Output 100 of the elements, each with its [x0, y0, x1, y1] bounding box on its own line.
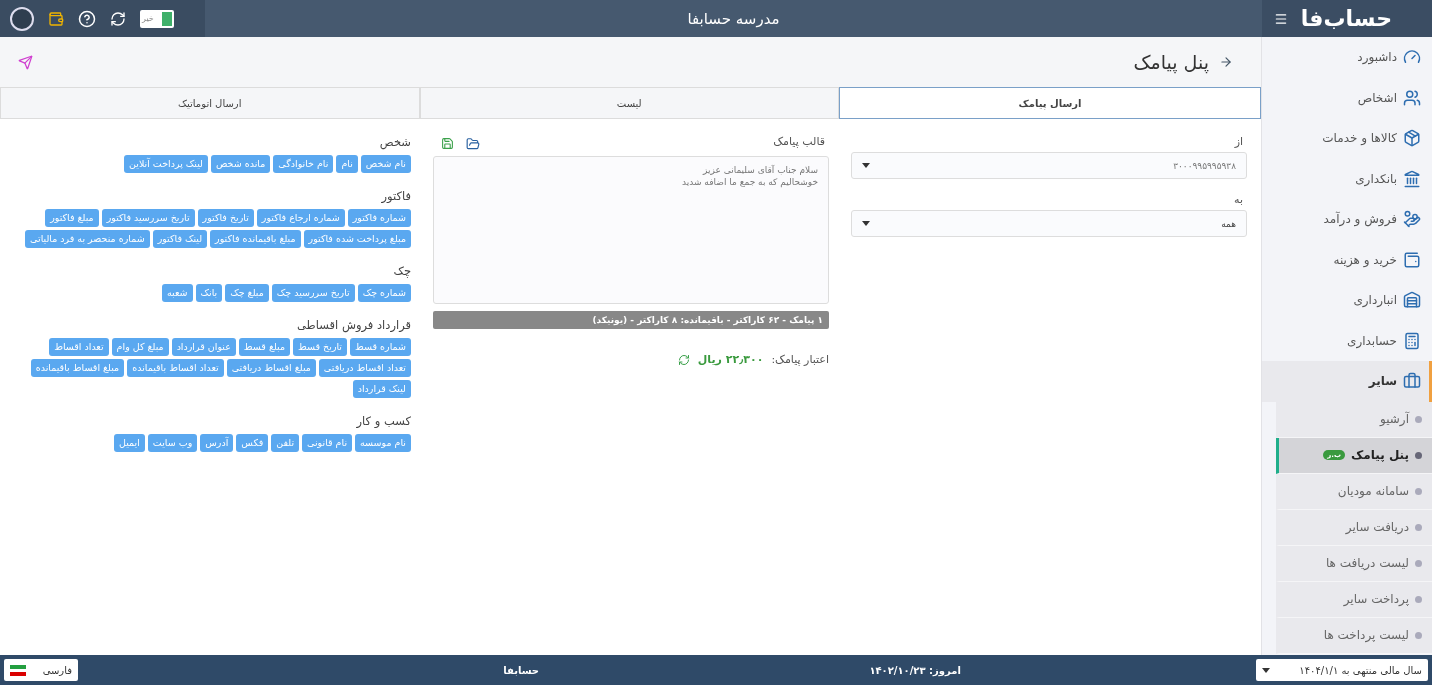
subitem-label: لیست پرداخت ها: [1323, 628, 1409, 642]
sidebar-item[interactable]: بانکداری: [1262, 158, 1432, 199]
placeholder-tag[interactable]: مبلغ قسط: [238, 338, 291, 356]
sidebar-item[interactable]: فروش و درآمد: [1262, 199, 1432, 240]
tab[interactable]: لیست: [419, 87, 839, 119]
sidebar-subitem[interactable]: سامانه مودیان: [1276, 473, 1432, 510]
placeholder-tag[interactable]: نام خانوادگی: [273, 155, 334, 173]
sidebar-item[interactable]: انبارداری: [1262, 280, 1432, 321]
subitem-label: لیست دریافت ها: [1325, 556, 1409, 570]
sidebar-item[interactable]: خرید و هزینه: [1262, 239, 1432, 280]
placeholder-tag[interactable]: نام موسسه: [355, 434, 411, 452]
bullet-icon: [1415, 487, 1422, 495]
caret-icon: [862, 221, 870, 226]
placeholder-tag[interactable]: تعداد اقساط دریافتی: [318, 359, 411, 377]
field-label: از: [1233, 135, 1243, 148]
language-select[interactable]: فارسی: [4, 659, 78, 681]
page-title: پنل پیامک: [1133, 51, 1209, 73]
subitem-label: سامانه مودیان: [1337, 484, 1409, 498]
placeholder-tag[interactable]: نام شخص: [360, 155, 411, 173]
placeholder-tag[interactable]: شماره چک: [357, 284, 411, 302]
placeholder-tag[interactable]: مبلغ اقساط باقیمانده: [30, 359, 125, 377]
placeholder-tag[interactable]: تعداد اقساط باقیمانده: [127, 359, 224, 377]
placeholder-tag[interactable]: شماره منحصر به فرد مالیاتی: [25, 230, 150, 248]
placeholder-tag[interactable]: نام قانونی: [302, 434, 353, 452]
placeholder-tag[interactable]: آدرس: [200, 434, 234, 452]
message-field[interactable]: سلام جناب آقای سلیمانی عزیز خوشحالیم که به جمع ما اضافه شدید: [433, 156, 829, 304]
credit-label: اعتبار پیامک:: [771, 353, 829, 366]
section-icon: [1403, 88, 1421, 107]
placeholder-tag[interactable]: ایمیل: [114, 434, 145, 452]
avatar-icon[interactable]: [10, 6, 34, 31]
bullet-icon: [1415, 595, 1422, 603]
placeholder-tag[interactable]: نام: [336, 155, 358, 173]
placeholder-tag[interactable]: عنوان قرارداد: [171, 338, 236, 356]
placeholder-tag[interactable]: مانده شخص: [211, 155, 271, 173]
section-icon: [1403, 291, 1421, 310]
caret-icon: [1262, 667, 1270, 673]
sidebar-subitem[interactable]: لیست دریافت ها: [1276, 545, 1432, 582]
company-title: مدرسه حسابفا: [687, 9, 780, 28]
placeholder-tag[interactable]: مبلغ پرداخت شده فاکتور: [303, 230, 411, 248]
tab[interactable]: ارسال اتوماتیک: [0, 87, 420, 119]
placeholder-tag[interactable]: لینک قرارداد: [352, 380, 411, 398]
placeholder-tag[interactable]: شماره ارجاع فاکتور: [256, 209, 345, 227]
group-title: چک: [392, 264, 411, 278]
toggle-switch[interactable]: خیر: [140, 9, 174, 28]
placeholder-tag[interactable]: تاریخ قسط: [293, 338, 348, 356]
placeholder-tag[interactable]: مبلغ باقیمانده فاکتور: [210, 230, 301, 248]
section-icon: [1403, 129, 1421, 148]
placeholder-tag[interactable]: مبلغ کل وام: [111, 338, 169, 356]
placeholder-tag[interactable]: تاریخ سررسید فاکتور: [101, 209, 195, 227]
sidebar-item[interactable]: داشبورد: [1262, 37, 1432, 78]
fiscal-year-select[interactable]: سال مالی منتهی به ۱۴۰۴/۱/۱: [1256, 659, 1428, 681]
sidebar-subitem[interactable]: لیست پرداخت ها: [1276, 617, 1432, 654]
send-icon[interactable]: [18, 54, 33, 70]
caret-icon: [862, 163, 870, 168]
sidebar-subitem[interactable]: آرشیو: [1276, 401, 1432, 438]
placeholder-tag[interactable]: شعبه: [162, 284, 193, 302]
bullet-icon: [1415, 631, 1422, 639]
back-icon[interactable]: [1219, 55, 1233, 69]
section-icon: [1403, 372, 1421, 391]
menu-icon[interactable]: [1274, 11, 1288, 26]
placeholder-tag[interactable]: مبلغ فاکتور: [45, 209, 99, 227]
help-icon[interactable]: [78, 9, 96, 28]
sender-select[interactable]: ۳۰۰۰۹۹۵۹۹۵۹۳۸: [851, 152, 1247, 179]
group-title: کسب و کار: [355, 414, 411, 428]
folder-icon[interactable]: [466, 136, 480, 151]
sidebar-item[interactable]: اشخاص: [1262, 77, 1432, 118]
wallet-icon[interactable]: [48, 10, 64, 27]
placeholder-tag[interactable]: فکس: [236, 434, 269, 452]
flag-icon: [10, 664, 26, 676]
placeholder-tag[interactable]: تلفن: [271, 434, 300, 452]
sidebar-subitem[interactable]: دریافت سایر: [1276, 509, 1432, 546]
placeholder-tag[interactable]: لینک پرداخت آنلاین: [124, 155, 208, 173]
placeholder-tag[interactable]: وب سایت: [147, 434, 198, 452]
tab[interactable]: ارسال پیامک: [839, 87, 1261, 119]
credit-value: ۲۲٫۳۰۰ ریال: [697, 353, 764, 366]
sidebar-item[interactable]: سایر: [1262, 361, 1432, 402]
sidebar-item[interactable]: حسابداری: [1262, 320, 1432, 361]
sidebar-item[interactable]: کالاها و خدمات: [1262, 118, 1432, 159]
bullet-icon: [1415, 415, 1422, 423]
placeholder-tag[interactable]: تاریخ سررسید چک: [271, 284, 355, 302]
subitem-label: پنل پیامک: [1351, 448, 1409, 462]
group-title: فاکتور: [380, 189, 411, 203]
placeholder-tag[interactable]: مبلغ اقساط دریافتی: [226, 359, 316, 377]
placeholder-tag[interactable]: تعداد اقساط: [49, 338, 109, 356]
section-icon: [1403, 210, 1421, 229]
placeholder-tag[interactable]: مبلغ چک: [225, 284, 269, 302]
subitem-label: پرداخت سایر: [1343, 592, 1409, 606]
placeholder-tag[interactable]: شماره فاکتور: [347, 209, 411, 227]
field-label: به: [1233, 193, 1243, 206]
placeholder-tag[interactable]: شماره قسط: [350, 338, 411, 356]
recipient-select[interactable]: همه: [851, 210, 1247, 237]
placeholder-tag[interactable]: لینک فاکتور: [152, 230, 208, 248]
placeholder-tag[interactable]: بانک: [195, 284, 223, 302]
save-icon[interactable]: [441, 136, 454, 150]
refresh-icon[interactable]: [110, 10, 126, 27]
placeholder-tag[interactable]: تاریخ فاکتور: [197, 209, 254, 227]
company-name: حسابفا: [503, 664, 540, 676]
sidebar-subitem[interactable]: پرداخت سایر: [1276, 581, 1432, 618]
section-icon: [1403, 250, 1421, 269]
subitem-label: آرشیو: [1380, 412, 1409, 426]
